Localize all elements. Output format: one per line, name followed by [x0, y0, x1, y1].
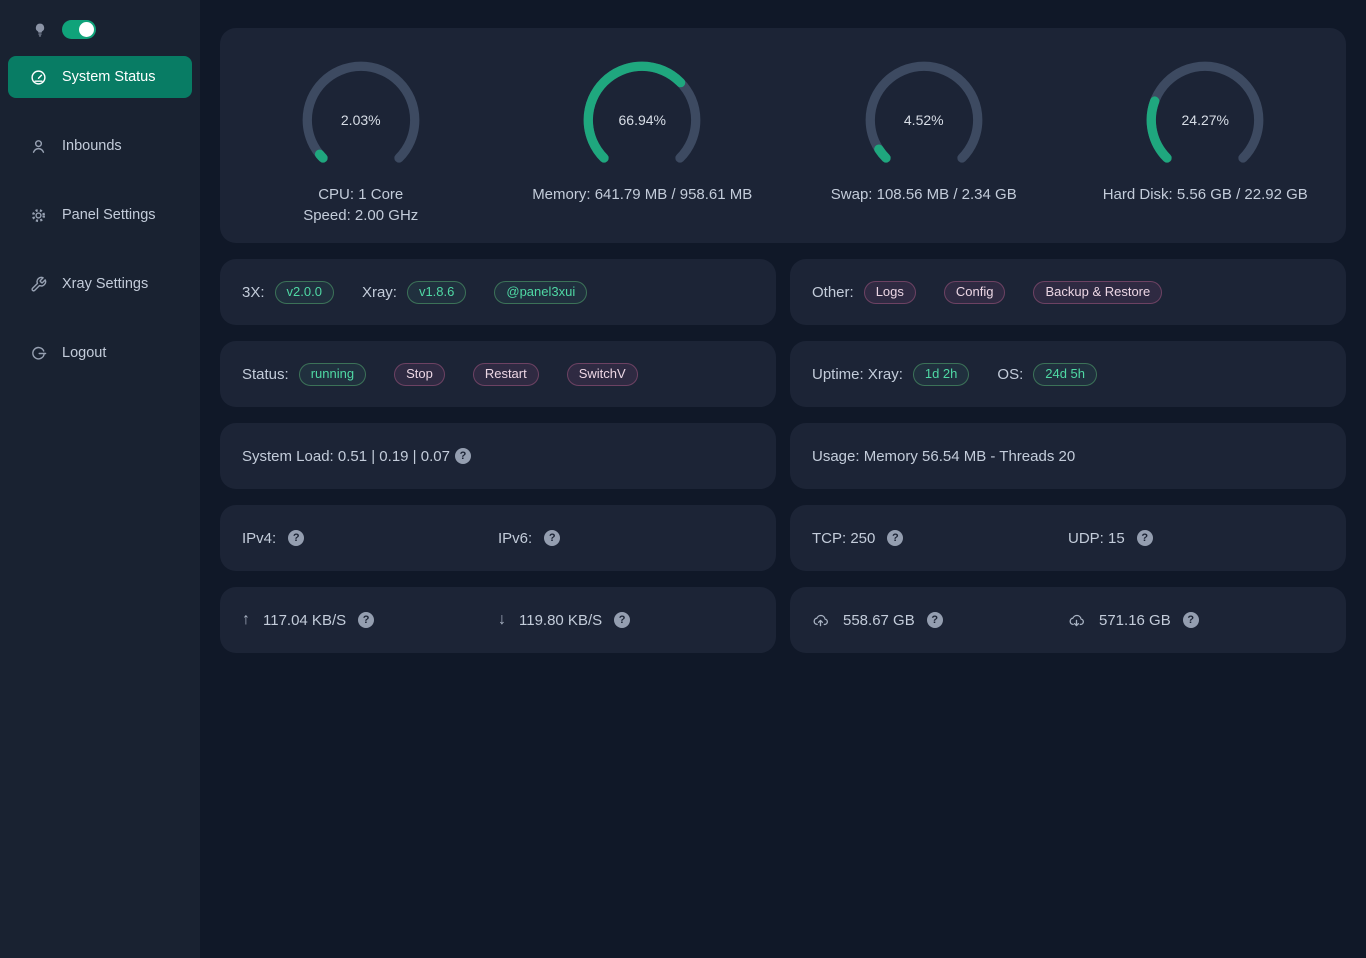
- panel-version-tag[interactable]: v2.0.0: [275, 281, 334, 304]
- cloud-download-icon: [1068, 612, 1085, 629]
- sidebar: System Status Inbounds Panel Settings Xr…: [0, 0, 200, 958]
- xray-uptime-badge: 1d 2h: [913, 363, 970, 386]
- total-received-text: 571.16 GB: [1099, 612, 1171, 629]
- config-button[interactable]: Config: [944, 281, 1006, 304]
- usage-text: Usage: Memory 56.54 MB - Threads 20: [812, 448, 1075, 465]
- total-sent-help-icon[interactable]: ?: [927, 612, 943, 628]
- status-badge: running: [299, 363, 366, 386]
- upload-speed-text: 117.04 KB/S: [263, 612, 346, 629]
- system-load-text: System Load: 0.51 | 0.19 | 0.07: [242, 448, 450, 465]
- upload-arrow-icon: ↑: [242, 611, 250, 629]
- x-version-label: 3X:: [242, 284, 265, 301]
- swap-gauge: 4.52% Swap: 108.56 MB / 2.34 GB: [783, 58, 1065, 205]
- connections-card: TCP: 250 ? UDP: 15 ?: [790, 505, 1346, 571]
- sidebar-item-inbounds[interactable]: Inbounds: [8, 125, 192, 167]
- sidebar-item-panel-settings[interactable]: Panel Settings: [8, 194, 192, 236]
- system-load-help-icon[interactable]: ?: [455, 448, 471, 464]
- cpu-label: CPU: 1 Core Speed: 2.00 GHz: [303, 184, 418, 226]
- swap-percent: 4.52%: [862, 58, 986, 182]
- ipv4-label: IPv4:: [242, 530, 276, 547]
- stop-button[interactable]: Stop: [394, 363, 445, 386]
- upload-speed-help-icon[interactable]: ?: [358, 612, 374, 628]
- dark-mode-toggle[interactable]: [62, 20, 96, 39]
- resource-gauges-card: 2.03% CPU: 1 Core Speed: 2.00 GHz 66.94%…: [220, 28, 1346, 243]
- main-content: 2.03% CPU: 1 Core Speed: 2.00 GHz 66.94%…: [200, 0, 1366, 958]
- tcp-help-icon[interactable]: ?: [887, 530, 903, 546]
- usage-card: Usage: Memory 56.54 MB - Threads 20: [790, 423, 1346, 489]
- udp-count-text: UDP: 15: [1068, 530, 1125, 547]
- xray-status-card: Status: running Stop Restart SwitchV: [220, 341, 776, 407]
- uptime-card: Uptime: Xray: 1d 2h OS: 24d 5h: [790, 341, 1346, 407]
- uptime-xray-label: Uptime: Xray:: [812, 366, 903, 383]
- ipv6-help-icon[interactable]: ?: [544, 530, 560, 546]
- status-label: Status:: [242, 366, 289, 383]
- user-icon: [30, 138, 47, 155]
- disk-gauge: 24.27% Hard Disk: 5.56 GB / 22.92 GB: [1065, 58, 1347, 205]
- sidebar-item-logout[interactable]: Logout: [8, 332, 192, 374]
- total-received-help-icon[interactable]: ?: [1183, 612, 1199, 628]
- version-card: 3X: v2.0.0 Xray: v1.8.6 @panel3xui: [220, 259, 776, 325]
- sidebar-item-system-status[interactable]: System Status: [8, 56, 192, 98]
- memory-label: Memory: 641.79 MB / 958.61 MB: [532, 184, 752, 205]
- cpu-gauge: 2.03% CPU: 1 Core Speed: 2.00 GHz: [220, 58, 502, 226]
- sidebar-item-label: Logout: [62, 345, 106, 361]
- dark-mode-bulb-icon: [32, 22, 48, 38]
- ipv4-help-icon[interactable]: ?: [288, 530, 304, 546]
- switch-version-button[interactable]: SwitchV: [567, 363, 638, 386]
- sidebar-item-label: Panel Settings: [62, 207, 156, 223]
- sidebar-item-label: Inbounds: [62, 138, 122, 154]
- dashboard-icon: [30, 69, 47, 86]
- cloud-upload-icon: [812, 612, 829, 629]
- wrench-icon: [30, 276, 47, 293]
- xray-version-label: Xray:: [362, 284, 397, 301]
- system-load-card: System Load: 0.51 | 0.19 | 0.07 ?: [220, 423, 776, 489]
- gear-icon: [30, 207, 47, 224]
- total-sent-text: 558.67 GB: [843, 612, 915, 629]
- download-speed-text: 119.80 KB/S: [519, 612, 602, 629]
- swap-label: Swap: 108.56 MB / 2.34 GB: [831, 184, 1017, 205]
- download-arrow-icon: ↓: [498, 611, 506, 629]
- logs-button[interactable]: Logs: [864, 281, 916, 304]
- os-uptime-badge: 24d 5h: [1033, 363, 1097, 386]
- sidebar-item-label: System Status: [62, 69, 155, 85]
- disk-label: Hard Disk: 5.56 GB / 22.92 GB: [1103, 184, 1308, 205]
- disk-percent: 24.27%: [1143, 58, 1267, 182]
- toggle-knob: [79, 22, 94, 37]
- tcp-count-text: TCP: 250: [812, 530, 875, 547]
- xray-version-tag[interactable]: v1.8.6: [407, 281, 466, 304]
- memory-percent: 66.94%: [580, 58, 704, 182]
- sidebar-item-xray-settings[interactable]: Xray Settings: [8, 263, 192, 305]
- uptime-os-label: OS:: [997, 366, 1023, 383]
- download-speed-help-icon[interactable]: ?: [614, 612, 630, 628]
- sidebar-item-label: Xray Settings: [62, 276, 148, 292]
- logout-icon: [30, 345, 47, 362]
- telegram-tag[interactable]: @panel3xui: [494, 281, 587, 304]
- ip-card: IPv4: ? IPv6: ?: [220, 505, 776, 571]
- backup-restore-button[interactable]: Backup & Restore: [1033, 281, 1162, 304]
- memory-gauge: 66.94% Memory: 641.79 MB / 958.61 MB: [502, 58, 784, 205]
- restart-button[interactable]: Restart: [473, 363, 539, 386]
- other-label: Other:: [812, 284, 854, 301]
- sidebar-header: [0, 20, 200, 53]
- other-card: Other: Logs Config Backup & Restore: [790, 259, 1346, 325]
- total-traffic-card: 558.67 GB ? 571.16 GB ?: [790, 587, 1346, 653]
- ipv6-label: IPv6:: [498, 530, 532, 547]
- cpu-percent: 2.03%: [299, 58, 423, 182]
- network-speed-card: ↑ 117.04 KB/S ? ↓ 119.80 KB/S ?: [220, 587, 776, 653]
- udp-help-icon[interactable]: ?: [1137, 530, 1153, 546]
